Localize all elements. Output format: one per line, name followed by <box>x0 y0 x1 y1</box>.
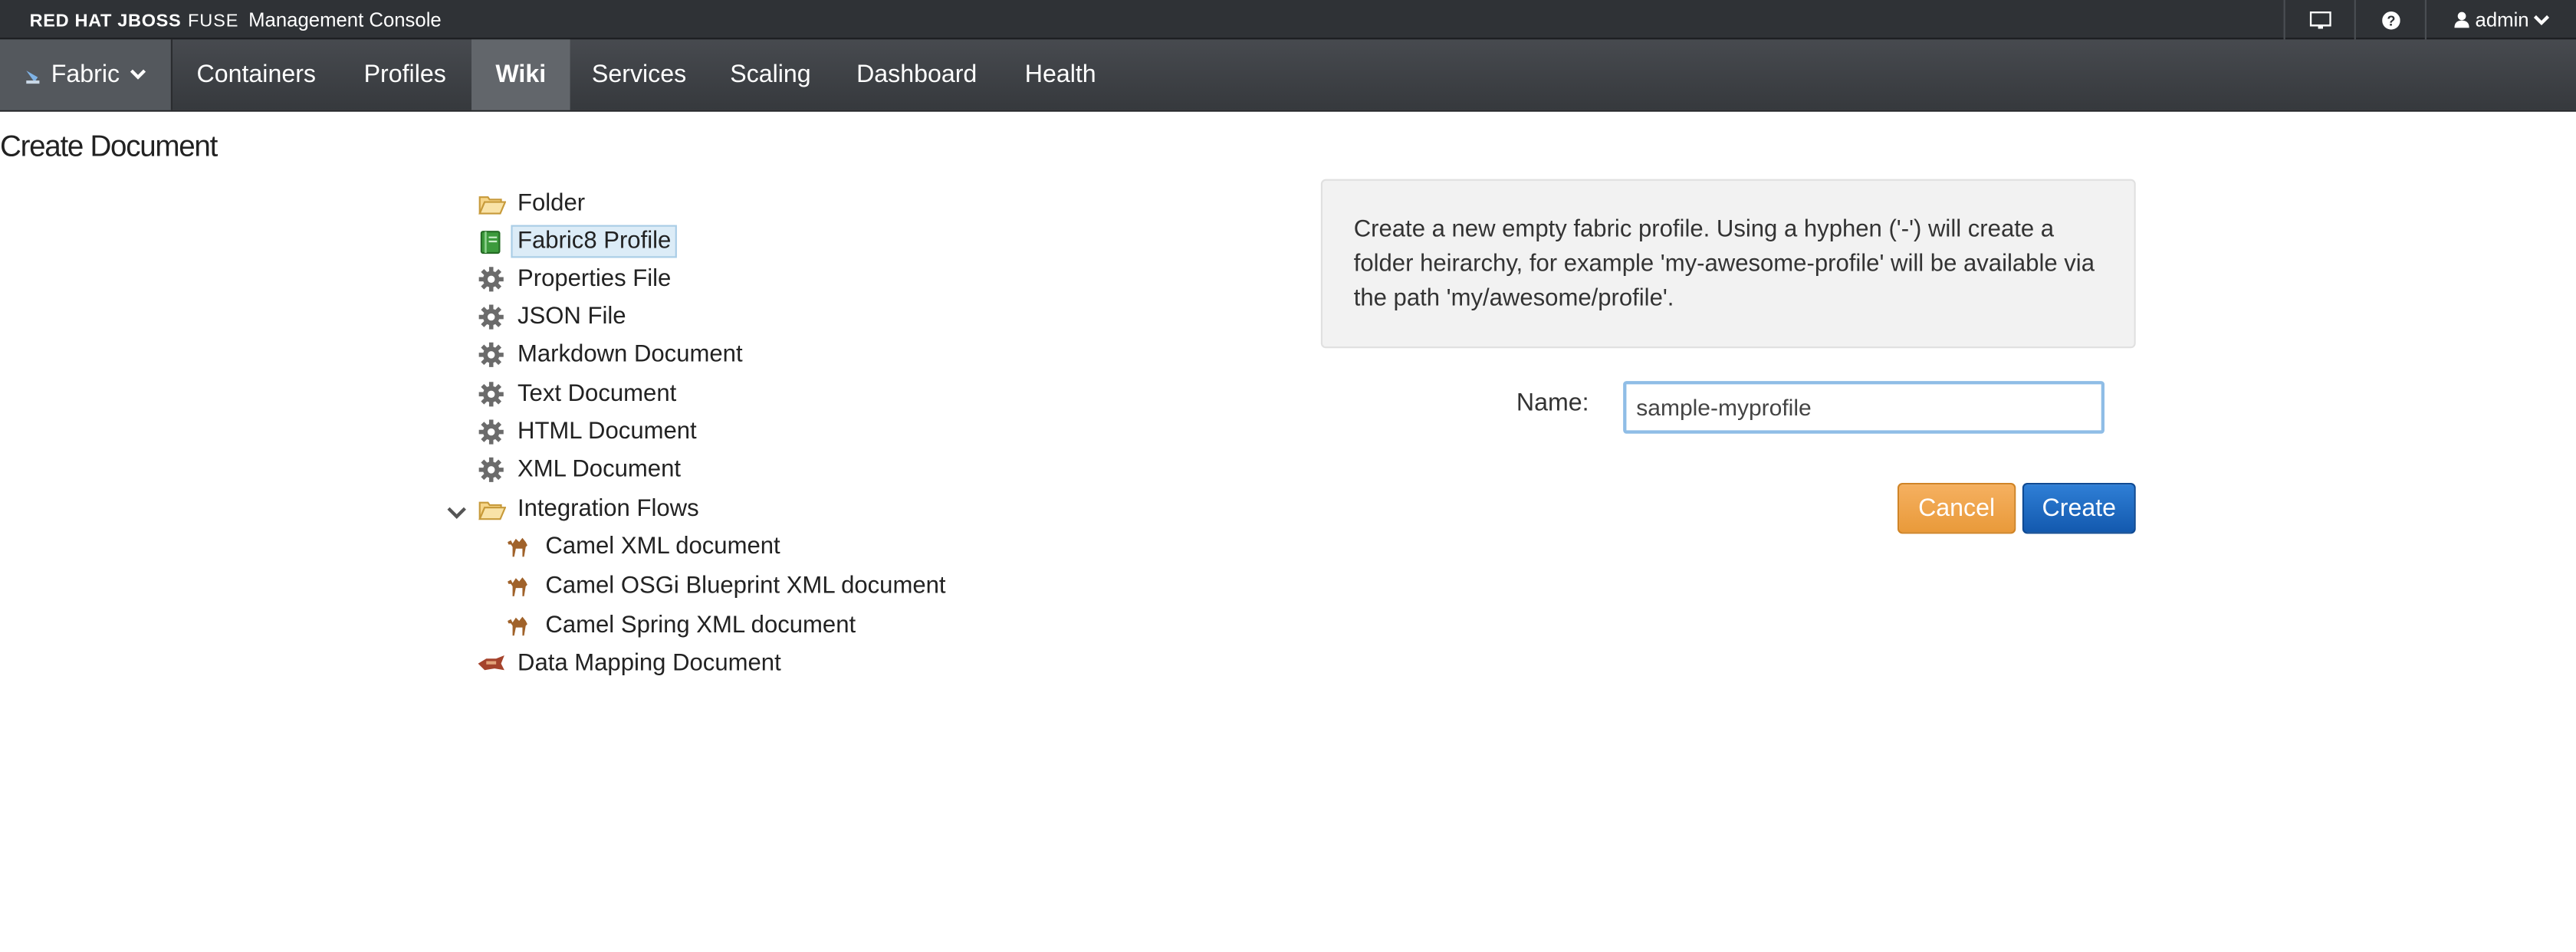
gear-icon <box>476 379 506 409</box>
tree-item-label: JSON File <box>518 304 626 330</box>
fabric-icon <box>26 71 40 84</box>
tree-expander[interactable] <box>445 501 468 524</box>
nav-scaling[interactable]: Scaling <box>708 39 833 110</box>
tree-item-xml-document[interactable]: XML Document <box>476 451 687 487</box>
tree-item-data-mapping-document[interactable]: Data Mapping Document <box>476 645 787 681</box>
data-mapper-icon <box>476 648 506 678</box>
cancel-button[interactable]: Cancel <box>1898 483 2016 534</box>
help-icon: ? <box>2381 10 2400 29</box>
tree-item-html-document[interactable]: HTML Document <box>476 414 703 450</box>
tree-item-label: Properties File <box>518 266 672 293</box>
tree-item-json-file[interactable]: JSON File <box>476 299 632 335</box>
camel-icon <box>504 532 534 562</box>
tree-item-text-document[interactable]: Text Document <box>476 376 682 412</box>
page-title: Create Document <box>0 130 218 163</box>
tree-item-label: Folder <box>518 190 586 217</box>
tree-item-label: Camel Spring XML document <box>545 612 856 639</box>
nav-containers[interactable]: Containers <box>174 39 338 110</box>
brand: RED HAT JBOSS FUSE Management Console <box>30 8 442 33</box>
tree-item-label: Fabric8 Profile <box>511 225 678 258</box>
chevron-down-icon <box>2534 14 2550 25</box>
monitor-icon <box>2308 10 2331 28</box>
user-menu[interactable]: admin <box>2424 0 2576 40</box>
tree-item-markdown-document[interactable]: Markdown Document <box>476 336 749 373</box>
chevron-down-icon <box>130 69 146 80</box>
tree-item-label: Integration Flows <box>518 496 699 523</box>
brand-console-label: Management Console <box>248 8 442 31</box>
brand-product: RED HAT JBOSS <box>29 11 182 31</box>
app-root: RED HAT JBOSS FUSE Management Console ? ad… <box>0 0 2576 952</box>
camel-icon <box>504 611 534 641</box>
tree-item-label: HTML Document <box>518 419 697 445</box>
camel-icon <box>504 572 534 602</box>
tree-item-folder[interactable]: Folder <box>476 185 591 222</box>
nav-dashboard[interactable]: Dashboard <box>835 39 999 110</box>
book-icon <box>476 227 506 257</box>
user-name: admin <box>2475 8 2529 31</box>
chevron-down-icon <box>447 507 466 519</box>
folder-open-icon <box>476 189 506 218</box>
create-button[interactable]: Create <box>2022 483 2136 534</box>
main-nav: Fabric Containers Profiles Wiki Services… <box>0 39 2576 112</box>
nav-services[interactable]: Services <box>572 39 707 110</box>
gear-icon <box>476 340 506 370</box>
tree-item-label: Markdown Document <box>518 341 743 368</box>
gear-icon <box>476 302 506 332</box>
nav-profiles[interactable]: Profiles <box>340 39 470 110</box>
tree-item-fabric8-profile[interactable]: Fabric8 Profile <box>476 223 678 259</box>
monitor-button[interactable] <box>2283 0 2354 40</box>
nav-health[interactable]: Health <box>1001 39 1120 110</box>
gear-icon <box>476 417 506 447</box>
name-input[interactable] <box>1623 381 2104 434</box>
nav-fabric-dropdown[interactable]: Fabric <box>0 39 172 110</box>
nav-fabric-label: Fabric <box>51 61 120 89</box>
tree-item-camel-spring-xml[interactable]: Camel Spring XML document <box>504 608 863 644</box>
help-button[interactable]: ? <box>2354 0 2425 40</box>
gear-icon <box>476 264 506 294</box>
tree-item-label: Camel OSGi Blueprint XML document <box>545 573 946 600</box>
name-label: Name: <box>1516 389 1589 418</box>
nav-wiki[interactable]: Wiki <box>472 39 570 110</box>
top-banner: RED HAT JBOSS FUSE Management Console ? ad… <box>0 0 2576 40</box>
tree-item-properties-file[interactable]: Properties File <box>476 261 677 297</box>
tree-item-label: Text Document <box>518 381 677 408</box>
tree-item-label: XML Document <box>518 456 681 483</box>
tree-item-camel-xml-document[interactable]: Camel XML document <box>504 529 787 565</box>
tree-item-label: Camel XML document <box>545 533 780 560</box>
user-icon <box>2453 11 2469 28</box>
tree-item-label: Data Mapping Document <box>518 650 781 677</box>
gear-icon <box>476 455 506 485</box>
description-panel: Create a new empty fabric profile. Using… <box>1320 179 2136 349</box>
folder-open-icon <box>476 494 506 524</box>
tree-item-integration-flows[interactable]: Integration Flows <box>476 491 705 527</box>
svg-text:?: ? <box>2386 12 2394 28</box>
brand-fuse: FUSE <box>187 11 239 31</box>
tree-item-camel-osgi-blueprint[interactable]: Camel OSGi Blueprint XML document <box>504 568 952 604</box>
